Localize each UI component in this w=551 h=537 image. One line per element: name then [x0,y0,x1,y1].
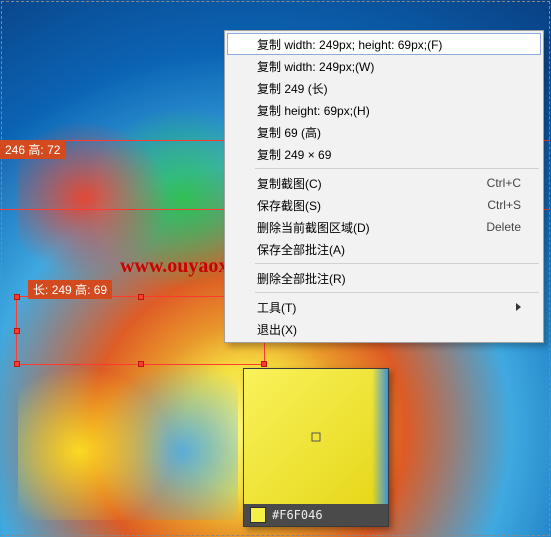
menu-separator [255,168,539,169]
color-picker-panel[interactable]: #F6F046 [243,368,389,527]
menu-tools[interactable]: 工具(T) [227,296,541,318]
menu-copy-dims[interactable]: 复制 249 × 69 [227,143,541,165]
menu-copy-shot[interactable]: 复制截图(C)Ctrl+C [227,172,541,194]
menu-save-all-annot[interactable]: 保存全部批注(A) [227,238,541,260]
submenu-arrow-icon [516,303,521,311]
resize-handle-br[interactable] [261,361,267,367]
menu-copy-heightval[interactable]: 复制 69 (高) [227,121,541,143]
size-badge-top: 246 高: 72 [0,140,65,159]
menu-delete-all-annot[interactable]: 删除全部批注(R) [227,267,541,289]
menu-copy-height[interactable]: 复制 height: 69px;(H) [227,99,541,121]
zoom-edge [372,369,388,504]
crosshair-icon [312,432,321,441]
resize-handle-tl[interactable] [14,294,20,300]
menu-save-shot[interactable]: 保存截图(S)Ctrl+S [227,194,541,216]
resize-handle-bl[interactable] [14,361,20,367]
color-zoom-area [244,369,388,504]
menu-copy-wh[interactable]: 复制 width: 249px; height: 69px;(F) [227,33,541,55]
menu-copy-length[interactable]: 复制 249 (长) [227,77,541,99]
menu-separator [255,292,539,293]
color-swatch [250,507,266,523]
resize-handle-ml[interactable] [14,328,20,334]
menu-delete-region[interactable]: 删除当前截图区域(D)Delete [227,216,541,238]
color-info-row: #F6F046 [244,504,388,526]
size-badge-bottom: 长: 249 高: 69 [28,280,112,299]
desktop-background: www.ouyaoxiazai.com 246 高: 72 长: 249 高: … [0,0,551,537]
resize-handle-mt[interactable] [138,294,144,300]
color-hex: #F6F046 [272,508,323,522]
menu-exit[interactable]: 退出(X) [227,318,541,340]
menu-copy-width[interactable]: 复制 width: 249px;(W) [227,55,541,77]
resize-handle-mb[interactable] [138,361,144,367]
menu-separator [255,263,539,264]
context-menu[interactable]: 复制 width: 249px; height: 69px;(F) 复制 wid… [224,30,544,343]
